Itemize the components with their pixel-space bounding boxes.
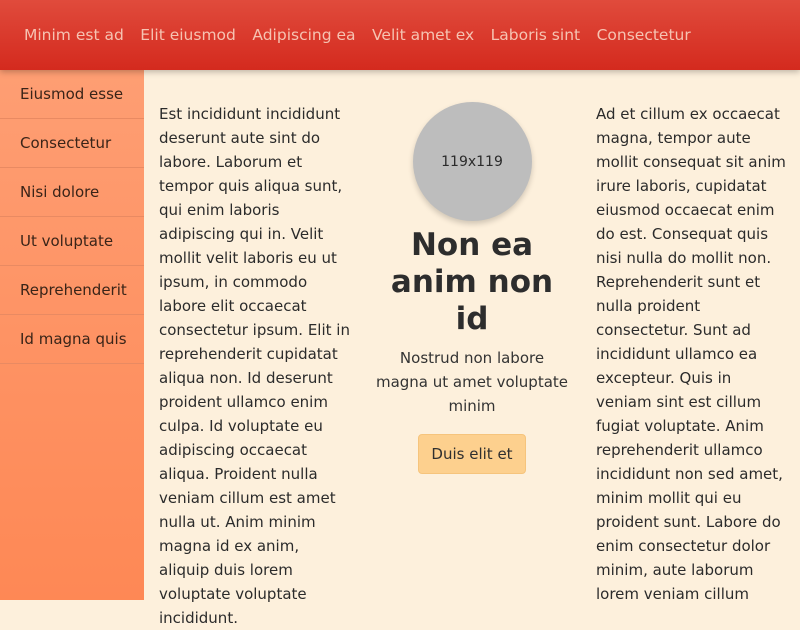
sidebar-item-reprehenderit[interactable]: Reprehenderit — [0, 266, 144, 315]
action-button[interactable]: Duis elit et — [418, 434, 526, 474]
left-text-column: Est incididunt incididunt deserunt aute … — [159, 105, 350, 627]
profile-title: Non ea anim non id — [390, 227, 554, 337]
sidebar-item-nisi-dolore[interactable]: Nisi dolore — [0, 168, 144, 217]
nav-link-adipiscing-ea[interactable]: Adipiscing ea — [252, 26, 355, 44]
sidebar-item-consectetur[interactable]: Consectetur — [0, 119, 144, 168]
nav-link-laboris-sint[interactable]: Laboris sint — [491, 26, 580, 44]
profile-card: 119x119 Non ea anim non id Nostrud non l… — [372, 102, 572, 474]
nav-link-minim-est-ad[interactable]: Minim est ad — [24, 26, 124, 44]
avatar-placeholder: 119x119 — [412, 102, 532, 221]
nav-link-elit-eiusmod[interactable]: Elit eiusmod — [140, 26, 236, 44]
nav-link-consectetur[interactable]: Consectetur — [597, 26, 691, 44]
avatar-size-label: 119x119 — [441, 153, 503, 170]
sidebar-item-id-magna-quis[interactable]: Id magna quis — [0, 315, 144, 364]
sidebar-item-eiusmod-esse[interactable]: Eiusmod esse — [0, 70, 144, 119]
profile-subtitle: Nostrud non labore magna ut amet volupta… — [375, 349, 569, 415]
right-text-column: Ad et cillum ex occaecat magna, tempor a… — [596, 105, 786, 603]
sidebar: Eiusmod esse Consectetur Nisi dolore Ut … — [0, 70, 144, 600]
sidebar-item-ut-voluptate[interactable]: Ut voluptate — [0, 217, 144, 266]
nav-link-velit-amet-ex[interactable]: Velit amet ex — [372, 26, 474, 44]
top-navbar: Minim est ad Elit eiusmod Adipiscing ea … — [0, 0, 800, 70]
